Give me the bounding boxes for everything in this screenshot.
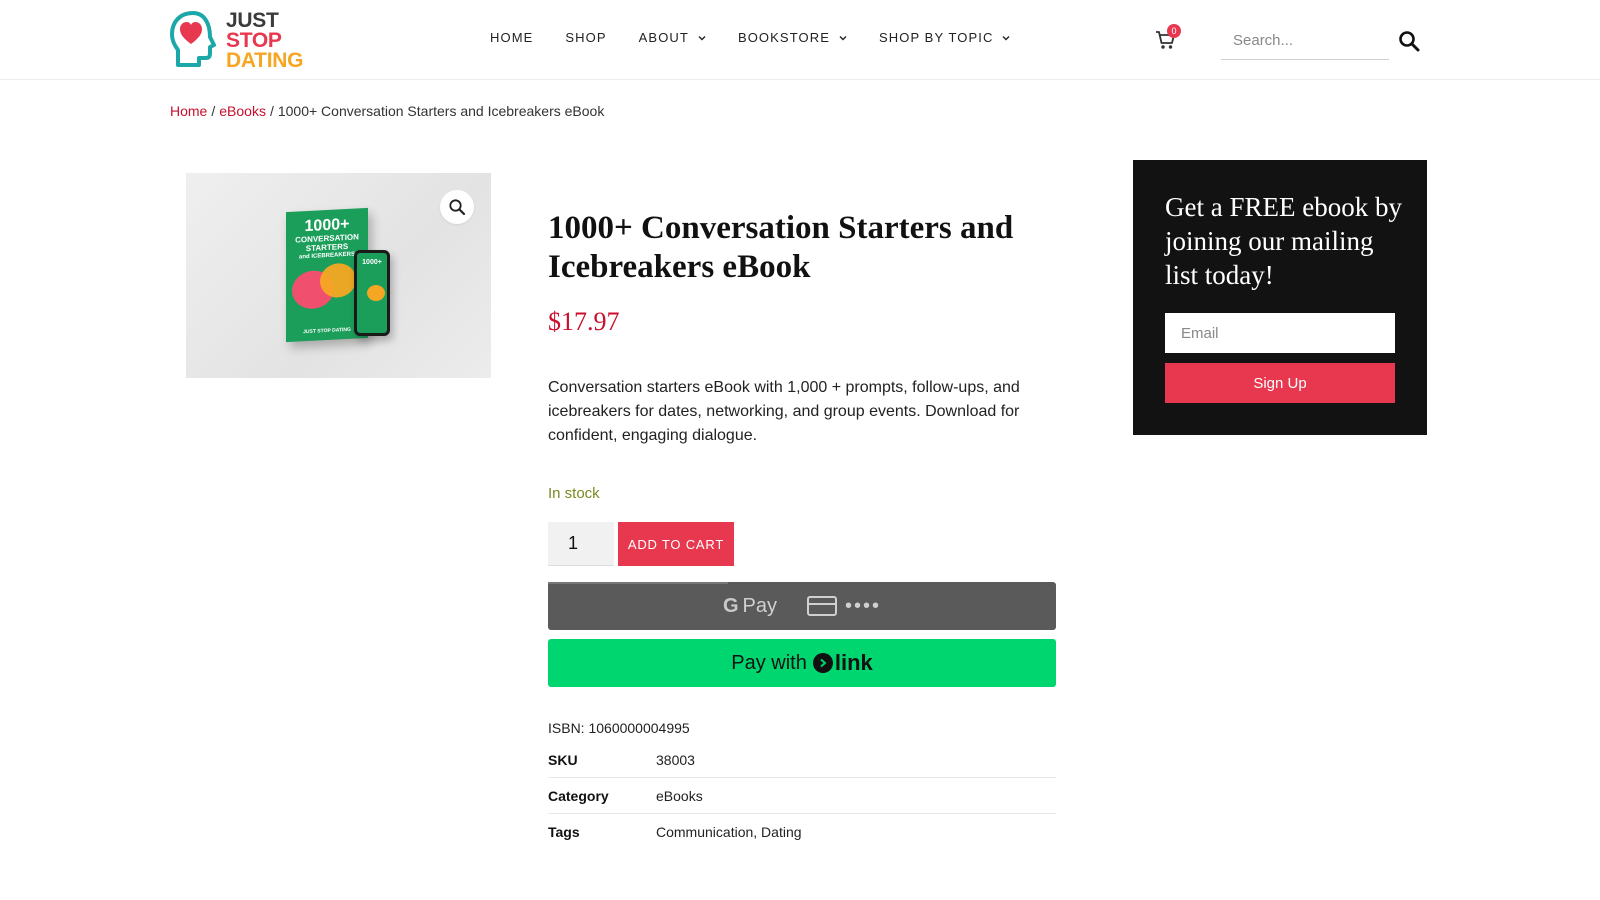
newsletter-signup-button[interactable]: Sign Up xyxy=(1165,363,1395,403)
nav-label: BOOKSTORE xyxy=(737,30,830,45)
site-logo[interactable]: JUST STOP DATING xyxy=(169,8,303,72)
product-meta-table: SKU 38003 Category eBooks Tags Communica… xyxy=(548,742,1056,850)
gpay-label: Pay xyxy=(742,594,777,617)
logo-wordmark: JUST STOP DATING xyxy=(226,9,304,72)
cart-count-badge: 0 xyxy=(1167,24,1181,38)
main-nav: HOME SHOP ABOUT BOOKSTORE SHOP BY TOPIC xyxy=(490,30,1042,45)
link-arrow-icon xyxy=(812,653,833,673)
logo-line-3: DATING xyxy=(226,49,304,72)
search-icon[interactable] xyxy=(1398,30,1420,52)
logo-line-1: JUST xyxy=(226,9,279,32)
gpay-loading-bar xyxy=(548,582,728,584)
chevron-down-icon xyxy=(1002,35,1010,40)
pay-with-link-button[interactable]: Pay with link xyxy=(548,639,1056,687)
logo-line-2: STOP xyxy=(226,29,282,52)
nav-item-shop-by-topic[interactable]: SHOP BY TOPIC xyxy=(879,30,1011,45)
meta-tags-links[interactable]: Communication, Dating xyxy=(656,824,802,840)
link-brand-text: link xyxy=(834,650,873,675)
nav-item-shop[interactable]: SHOP xyxy=(565,30,606,45)
nav-label: SHOP BY TOPIC xyxy=(878,30,994,45)
breadcrumb-category-link[interactable]: eBooks xyxy=(219,103,266,119)
head-heart-icon xyxy=(170,11,216,67)
magnifier-icon xyxy=(449,199,466,216)
link-pay-prefix: Pay with xyxy=(731,651,807,674)
chevron-down-icon xyxy=(839,35,847,40)
meta-key: SKU xyxy=(548,751,578,768)
breadcrumb-home-link[interactable]: Home xyxy=(170,103,207,119)
nav-label: HOME xyxy=(490,30,534,45)
meta-category-link[interactable]: eBooks xyxy=(656,788,703,804)
nav-label: SHOP xyxy=(565,30,607,45)
product-title: 1000+ Conversation Starters and Icebreak… xyxy=(548,210,1014,285)
phone-title: 1000+ xyxy=(362,259,382,266)
site-header: JUST STOP DATING HOME SHOP ABOUT BOOKSTO… xyxy=(0,0,1600,80)
search-input[interactable] xyxy=(1221,22,1389,60)
meta-key: Tags xyxy=(548,824,580,840)
add-to-cart-button[interactable]: ADD TO CART xyxy=(618,522,734,566)
nav-item-bookstore[interactable]: BOOKSTORE xyxy=(738,30,847,45)
meta-row-tags: Tags Communication, Dating xyxy=(548,814,1056,850)
newsletter-email-input[interactable] xyxy=(1165,313,1395,353)
newsletter-title: Get a FREE ebook by joining our mailing … xyxy=(1165,192,1402,290)
google-g-icon: G xyxy=(722,594,739,617)
product-price: $17.97 xyxy=(548,307,620,336)
stock-status: In stock xyxy=(548,485,600,502)
product-description: Conversation starters eBook with 1,000 +… xyxy=(548,379,1020,444)
meta-row-sku: SKU 38003 xyxy=(548,742,1056,778)
link-brand: link xyxy=(812,650,873,676)
breadcrumb: Home / eBooks/1000+ Conversation Starters … xyxy=(170,103,604,119)
nav-label: ABOUT xyxy=(638,30,689,45)
card-dots: •••• xyxy=(845,594,882,617)
zoom-button[interactable] xyxy=(440,190,474,224)
google-pay-button[interactable]: G Pay •••• xyxy=(548,582,1056,630)
speech-bubble-icon xyxy=(367,285,385,301)
meta-key: Category xyxy=(548,787,609,804)
card-icon xyxy=(807,596,837,616)
nav-item-home[interactable]: HOME xyxy=(490,30,533,45)
meta-row-category: Category eBooks xyxy=(548,778,1056,814)
quantity-input[interactable] xyxy=(548,522,614,566)
breadcrumb-separator: / xyxy=(211,103,216,119)
meta-value: 38003 xyxy=(656,751,695,768)
breadcrumb-separator: / xyxy=(269,103,274,119)
product-isbn: ISBN: 1060000004995 xyxy=(548,720,690,736)
phone-mockup: 1000+ xyxy=(354,250,390,336)
nav-item-about[interactable]: ABOUT xyxy=(639,30,706,45)
newsletter-box: Get a FREE ebook by joining our mailing … xyxy=(1133,160,1427,435)
breadcrumb-current: 1000+ Conversation Starters and Icebreak… xyxy=(277,103,605,119)
speech-bubble-icon xyxy=(320,262,356,299)
chevron-down-icon xyxy=(698,35,706,40)
